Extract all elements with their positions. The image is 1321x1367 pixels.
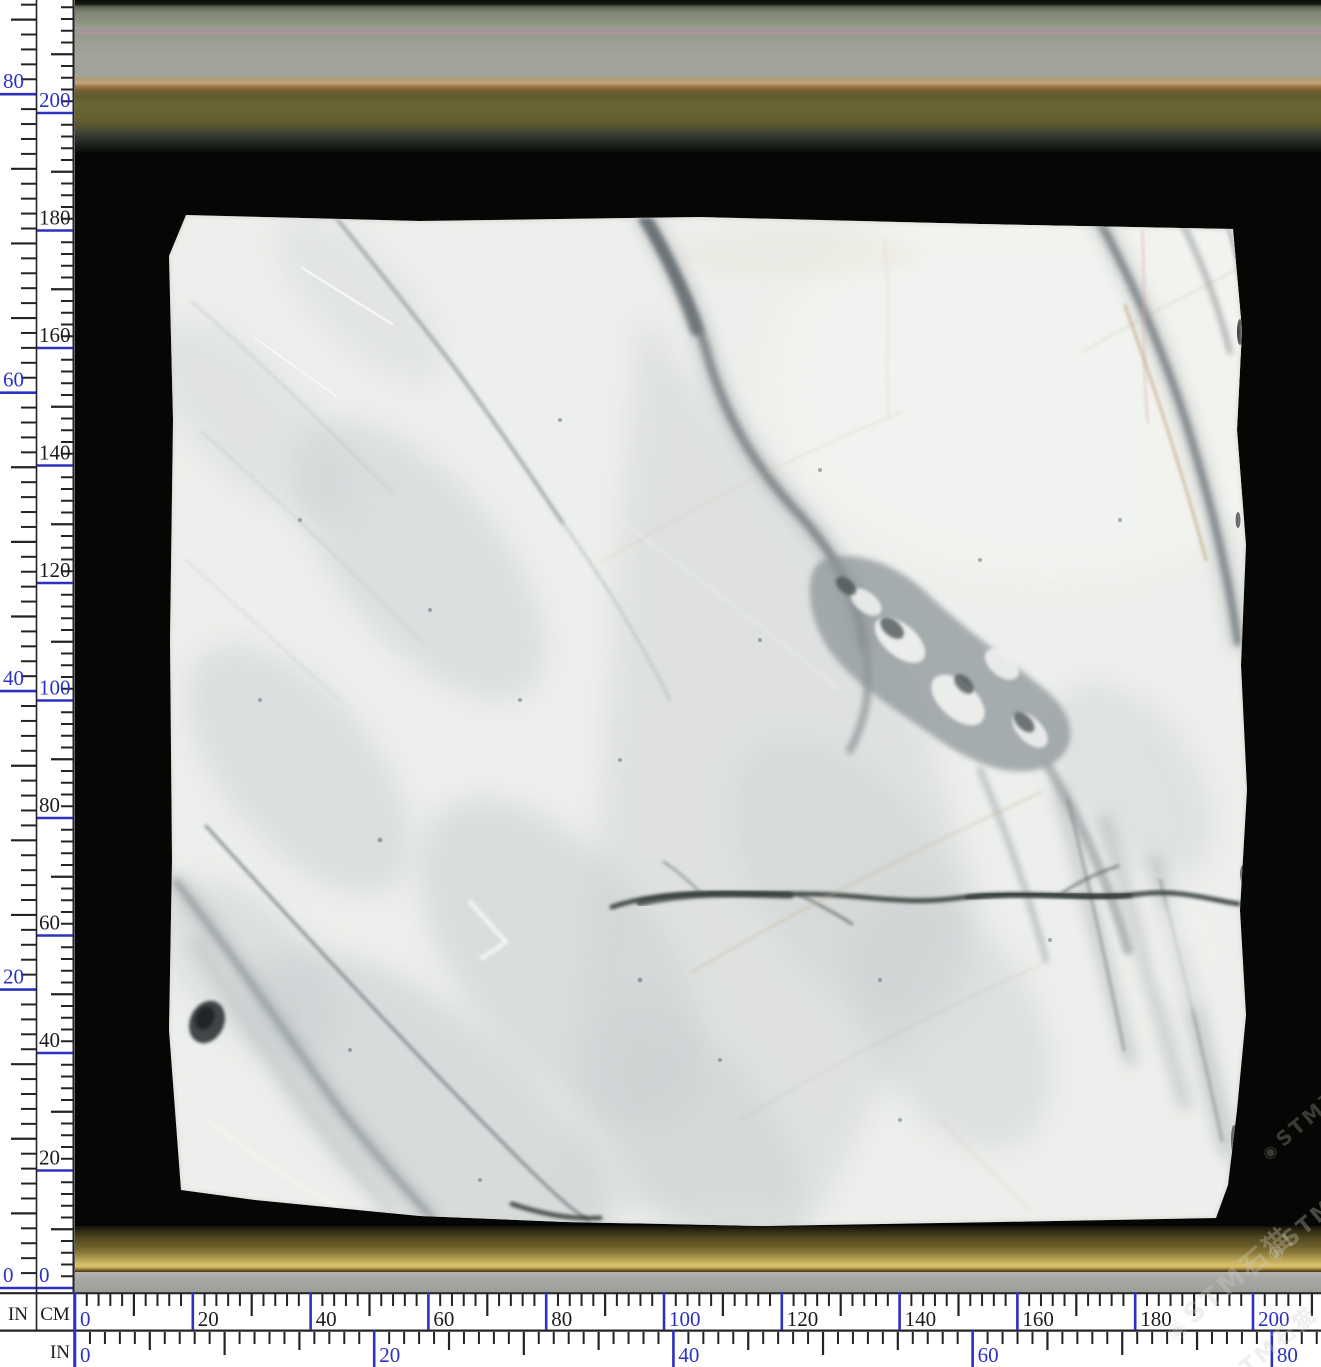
- svg-text:40: 40: [678, 1343, 699, 1367]
- conveyor-gray-band: [75, 1272, 1321, 1292]
- svg-text:20: 20: [198, 1307, 219, 1331]
- svg-text:40: 40: [316, 1307, 337, 1331]
- svg-text:20: 20: [39, 1146, 60, 1170]
- svg-text:0: 0: [80, 1307, 91, 1331]
- svg-text:60: 60: [433, 1307, 454, 1331]
- svg-text:60: 60: [39, 911, 60, 935]
- svg-text:80: 80: [551, 1307, 572, 1331]
- svg-text:60: 60: [3, 368, 24, 392]
- svg-text:20: 20: [3, 965, 24, 989]
- svg-text:120: 120: [787, 1307, 819, 1331]
- svg-text:120: 120: [39, 558, 71, 582]
- svg-text:200: 200: [39, 88, 71, 112]
- vertical-ruler: 0 20 40 60 80 100 120 140 160 180 200 0 20 40 60 80: [0, 0, 75, 1292]
- slab-scan-viewport: 020406080100120140160180200020406080 020…: [0, 0, 1321, 1367]
- svg-text:180: 180: [39, 206, 71, 230]
- svg-text:IN: IN: [50, 1342, 70, 1363]
- conveyor-gold-band: [75, 1226, 1321, 1272]
- svg-text:80: 80: [3, 69, 24, 93]
- svg-text:160: 160: [39, 323, 71, 347]
- svg-text:100: 100: [39, 676, 71, 700]
- svg-text:CM: CM: [40, 1304, 70, 1325]
- svg-text:140: 140: [905, 1307, 937, 1331]
- slab-image: [0, 0, 1321, 1367]
- svg-text:160: 160: [1022, 1307, 1054, 1331]
- svg-text:100: 100: [669, 1307, 701, 1331]
- horizontal-ruler: 020406080100120140160180200020406080INCM…: [0, 1292, 1321, 1367]
- svg-text:0: 0: [39, 1263, 50, 1287]
- svg-text:IN: IN: [8, 1304, 28, 1325]
- svg-text:80: 80: [39, 793, 60, 817]
- svg-text:40: 40: [3, 666, 24, 690]
- svg-text:0: 0: [80, 1343, 91, 1367]
- svg-text:0: 0: [3, 1263, 14, 1287]
- svg-text:20: 20: [379, 1343, 400, 1367]
- svg-text:60: 60: [978, 1343, 999, 1367]
- svg-text:140: 140: [39, 441, 71, 465]
- slab-texture: [119, 180, 1321, 1324]
- svg-text:40: 40: [39, 1028, 60, 1052]
